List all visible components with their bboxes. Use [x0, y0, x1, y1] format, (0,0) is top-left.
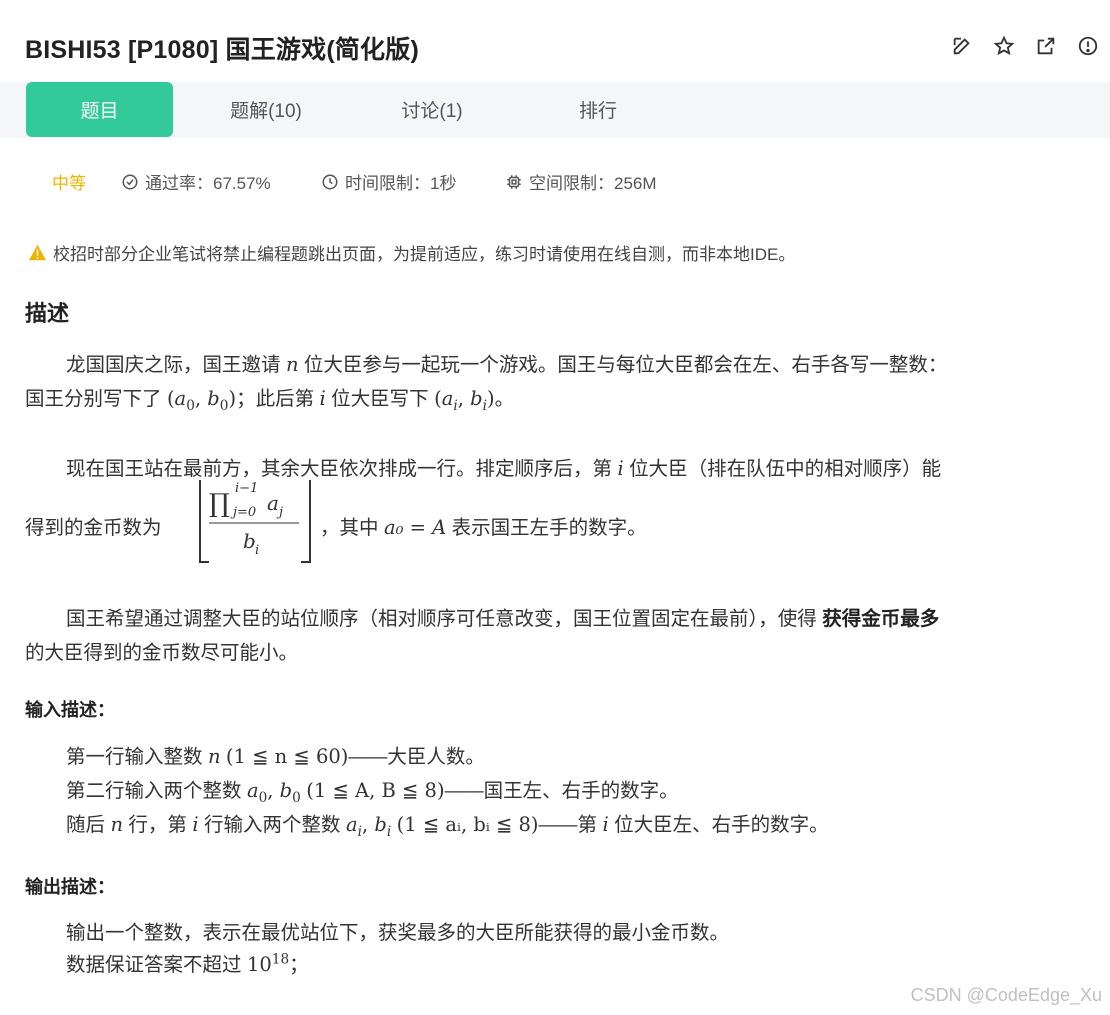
- text: 龙国国庆之际，国王邀请: [66, 354, 281, 376]
- text: ；此后第: [236, 388, 315, 410]
- power-exponent: 18: [271, 951, 290, 968]
- text: 位大臣（排在队伍中的相对顺序）能: [629, 458, 942, 480]
- description-p3-line1: 国王希望通过调整大臣的站位顺序（相对顺序可任意改变，国王位置固定在最前），使得 …: [66, 602, 939, 631]
- info-icon[interactable]: [1076, 34, 1100, 58]
- input-line2: 第二行输入两个整数 a0, b0 (1 ≦ A, B ≦ 8)——国王左、右手的…: [66, 774, 679, 806]
- emphasis-text: 获得金币最多: [822, 608, 940, 630]
- math-range: (1 ≦ n ≦ 60): [225, 745, 349, 768]
- formula-floor-fraction: ∏ i−1 j=0 a j b i: [195, 478, 315, 564]
- watermark: CSDN @CodeEdge_Xu: [910, 985, 1102, 1005]
- header: BISHI53 [P1080] 国王游戏(简化版): [0, 0, 1110, 82]
- difficulty-label: 中等: [52, 174, 86, 193]
- notice-banner: 校招时部分企业笔试将禁止编程题跳出页面，为提前适应，练习时请使用在线自测，而非本…: [28, 240, 795, 265]
- problem-title: BISHI53 [P1080] 国王游戏(简化版): [25, 36, 419, 64]
- svg-text:i−1: i−1: [235, 481, 258, 496]
- svg-text:b: b: [243, 529, 256, 553]
- description-p3-line2: 的大臣得到的金币数尽可能小。: [25, 636, 298, 665]
- text: 第二行输入两个整数: [66, 780, 242, 802]
- text: ，其中: [320, 517, 379, 539]
- text: 的大臣得到的金币数尽可能小。: [25, 642, 299, 664]
- text: ——大臣人数。: [348, 746, 485, 768]
- power-base: 10: [246, 953, 272, 976]
- text: ——国王左、右手的数字。: [444, 780, 679, 802]
- text: 国王分别写下了: [25, 388, 162, 410]
- math-a0-eq-A: a₀ = A: [383, 516, 447, 539]
- math-range: (1 ≦ aᵢ, bᵢ ≦ 8): [396, 813, 539, 836]
- math-a0b0: (a0, b0): [166, 387, 237, 414]
- math-n: n: [110, 813, 123, 836]
- description-p2-line2: 得到的金币数为: [25, 511, 162, 540]
- header-actions: [950, 34, 1100, 58]
- external-link-icon[interactable]: [1034, 34, 1058, 58]
- text: ；: [289, 954, 309, 976]
- math-i: i: [617, 457, 624, 480]
- output-heading: 输出描述：: [25, 877, 115, 897]
- space-limit-label: 空间限制：256M: [529, 174, 657, 193]
- description-p1-line2: 国王分别写下了 (a0, b0)；此后第 i 位大臣写下 (ai, bi)。: [25, 382, 514, 414]
- text: 现在国王站在最前方，其余大臣依次排成一行。排定顺序后，第: [66, 458, 613, 480]
- text: 随后: [66, 814, 106, 836]
- tab-bar: 题目 题解(10) 讨论(1) 排行: [0, 82, 1110, 138]
- text: ——第: [538, 814, 598, 836]
- math-n: n: [285, 353, 299, 376]
- text: 表示国王左手的数字。: [451, 517, 647, 539]
- difficulty-badge: 中等: [52, 169, 86, 194]
- math-aibi: ai, bi: [345, 813, 392, 840]
- text: 国王希望通过调整大臣的站位顺序（相对顺序可任意改变，国王位置固定在最前），使得: [66, 608, 817, 630]
- math-10-18: 1018: [246, 951, 290, 977]
- tab-ranking[interactable]: 排行: [528, 82, 668, 137]
- space-limit: 空间限制：256M: [505, 169, 657, 194]
- math-i: i: [319, 387, 326, 410]
- tab-problem[interactable]: 题目: [26, 82, 173, 137]
- svg-text:∏: ∏: [209, 489, 230, 519]
- math-a0b0: a0, b0: [246, 779, 301, 806]
- text: 行输入两个整数: [204, 814, 341, 836]
- pass-rate: 通过率：67.57%: [121, 169, 271, 194]
- input-line1: 第一行输入整数 n (1 ≦ n ≦ 60)——大臣人数。: [66, 740, 485, 769]
- text: 得到的金币数为: [25, 517, 162, 539]
- output-line2: 数据保证答案不超过 1018；: [66, 948, 309, 977]
- text: 数据保证答案不超过: [66, 954, 242, 976]
- tab-discussion[interactable]: 讨论(1): [362, 82, 502, 137]
- description-p2-line1: 现在国王站在最前方，其余大臣依次排成一行。排定顺序后，第 i 位大臣（排在队伍中…: [66, 452, 941, 481]
- text: 位大臣写下: [331, 388, 429, 410]
- text: 行，第: [128, 814, 187, 836]
- formula-svg: ∏ i−1 j=0 a j b i: [199, 480, 311, 563]
- time-limit: 时间限制：1秒: [321, 169, 456, 194]
- description-p1-line1: 龙国国庆之际，国王邀请 n 位大臣参与一起玩一个游戏。国王与每位大臣都会在左、右…: [66, 348, 947, 377]
- notice-text: 校招时部分企业笔试将禁止编程题跳出页面，为提前适应，练习时请使用在线自测，而非本…: [53, 245, 796, 264]
- svg-text:a: a: [267, 491, 279, 515]
- math-n: n: [207, 745, 221, 768]
- description-p2-line2-tail: ，其中 a₀ = A 表示国王左手的数字。: [320, 511, 647, 540]
- svg-text:i: i: [255, 543, 259, 558]
- input-line3: 随后 n 行，第 i 行输入两个整数 ai, bi (1 ≦ aᵢ, bᵢ ≦ …: [66, 808, 829, 840]
- math-aibi: (ai, bi): [434, 387, 495, 414]
- pass-rate-label: 通过率：67.57%: [145, 174, 271, 193]
- description-heading: 描述: [25, 301, 70, 326]
- text: 位大臣左、右手的数字。: [614, 814, 829, 836]
- warning-icon: [29, 244, 46, 261]
- math-range: (1 ≦ A, B ≦ 8): [306, 779, 445, 802]
- clock-icon: [322, 174, 338, 189]
- text: 第一行输入整数: [66, 746, 203, 768]
- tab-solutions[interactable]: 题解(10): [196, 82, 336, 137]
- chip-icon: [507, 174, 521, 189]
- edit-icon[interactable]: [950, 34, 974, 58]
- star-icon[interactable]: [992, 34, 1016, 58]
- check-circle-icon: [122, 174, 138, 189]
- math-i: i: [192, 813, 199, 836]
- text: 位大臣参与一起玩一个游戏。国王与每位大臣都会在左、右手各写一整数：: [303, 354, 948, 376]
- output-line1: 输出一个整数，表示在最优站位下，获奖最多的大臣所能获得的最小金币数。: [66, 922, 730, 944]
- text: 。: [494, 388, 515, 410]
- math-i: i: [602, 813, 609, 836]
- input-heading: 输入描述：: [25, 700, 115, 720]
- svg-text:j=0: j=0: [230, 505, 256, 520]
- time-limit-label: 时间限制：1秒: [345, 174, 457, 193]
